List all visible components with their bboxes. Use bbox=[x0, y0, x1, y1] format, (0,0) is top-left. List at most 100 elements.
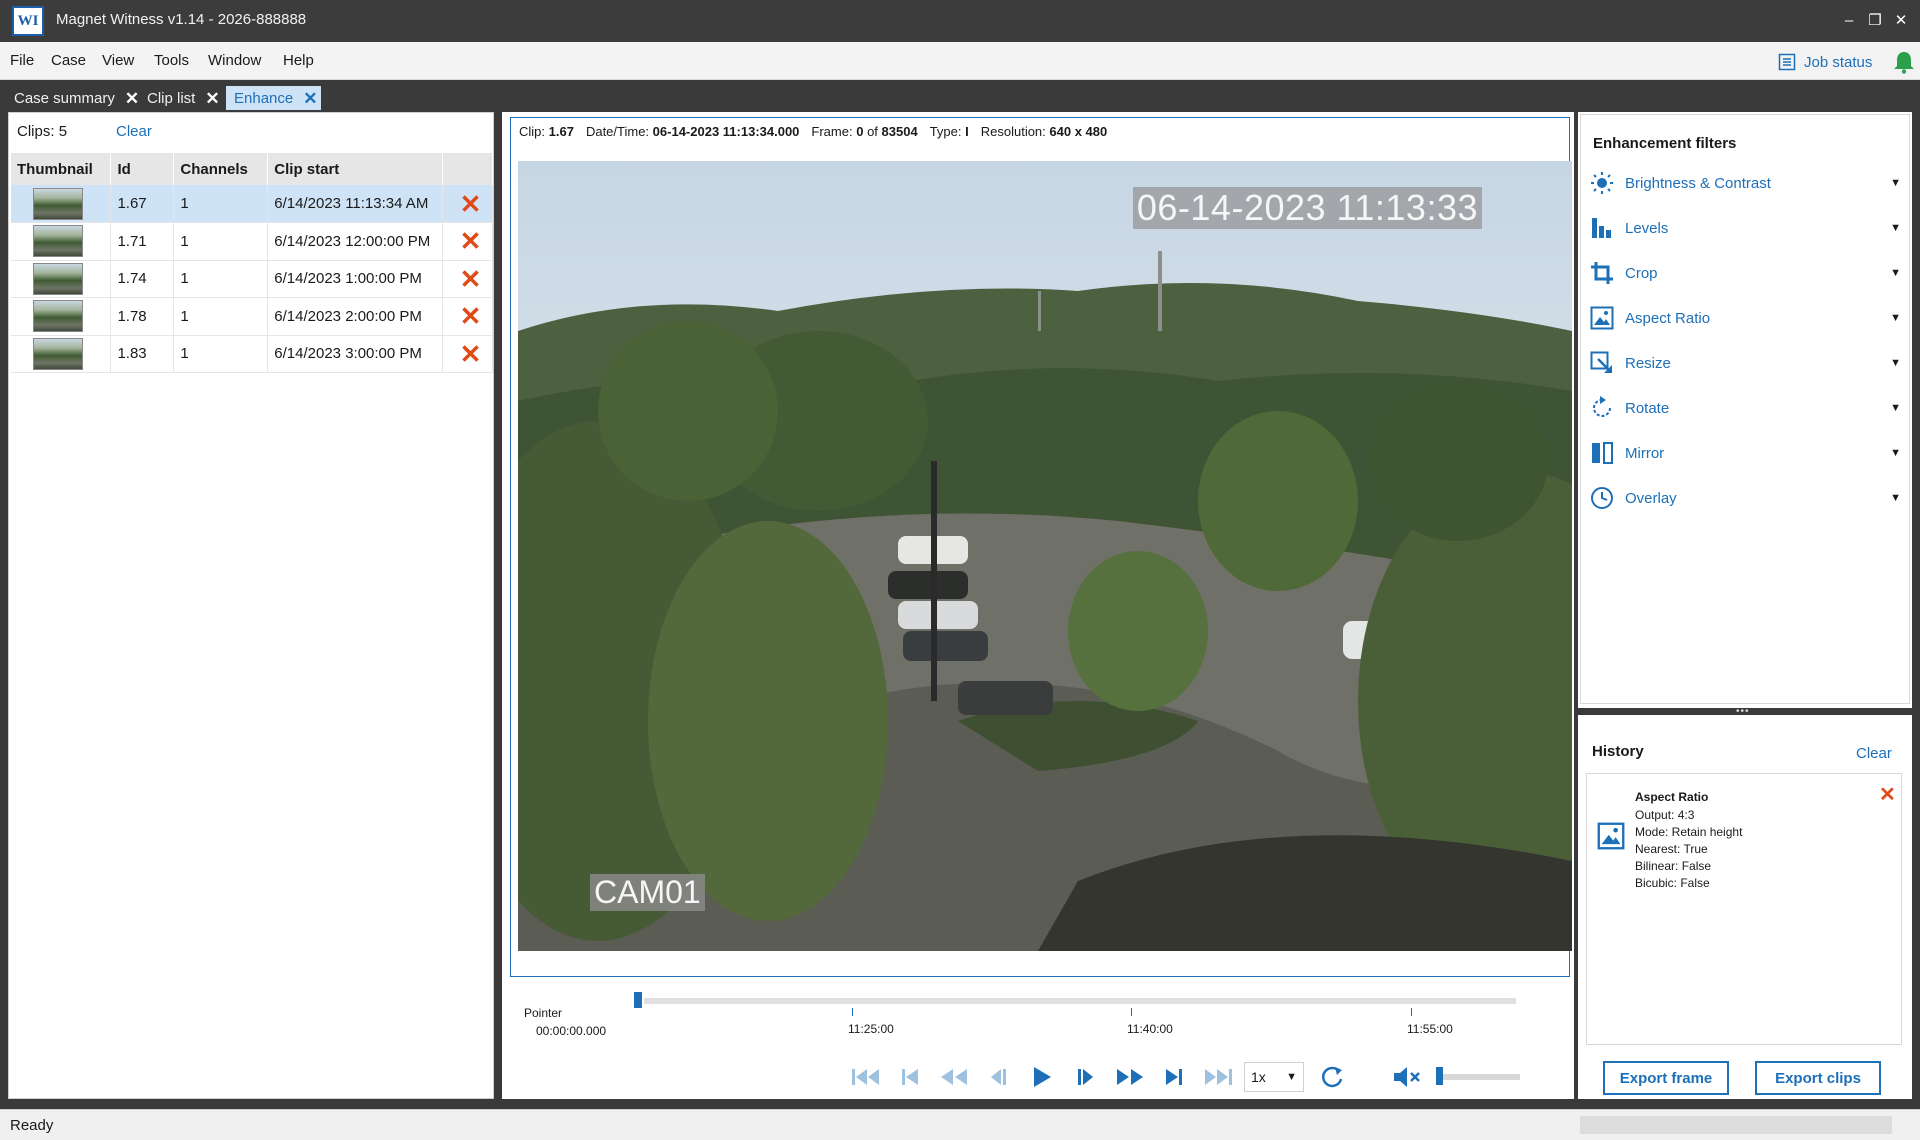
table-row[interactable]: 1.71 1 6/14/2023 12:00:00 PM ✕ bbox=[11, 222, 493, 261]
pointer-label: Pointer bbox=[524, 1006, 563, 1020]
volume-slider[interactable] bbox=[1436, 1067, 1520, 1085]
skip-to-end-button[interactable] bbox=[1196, 1060, 1240, 1094]
tab-label: Clip list bbox=[147, 89, 196, 107]
delete-icon[interactable]: ✕ bbox=[1879, 782, 1896, 807]
menu-case[interactable]: Case bbox=[51, 52, 86, 69]
camera-label-overlay: CAM01 bbox=[590, 874, 705, 911]
step-back-icon bbox=[991, 1069, 1006, 1085]
history-entry-detail: Mode: Retain height bbox=[1635, 825, 1743, 839]
loop-button[interactable] bbox=[1310, 1060, 1354, 1094]
delete-icon[interactable]: ✕ bbox=[449, 303, 492, 329]
frame-info-bar: Clip: 1.67 Date/Time: 06-14-2023 11:13:3… bbox=[519, 124, 1107, 146]
column-header[interactable]: Thumbnail bbox=[11, 153, 112, 185]
menu-help[interactable]: Help bbox=[283, 52, 314, 69]
tab-clip-list[interactable]: Clip list ✕ bbox=[139, 86, 224, 110]
clip-list-panel: Clips: 5 Clear Thumbnail Id Channels Cli… bbox=[8, 112, 494, 1099]
thumbnail-cell bbox=[11, 185, 112, 223]
filter-crop[interactable]: Crop ▼ bbox=[1583, 255, 1909, 291]
menu-bar: File Case View Tools Window Help Job sta… bbox=[0, 42, 1920, 80]
step-forward-button[interactable] bbox=[1064, 1060, 1108, 1094]
export-frame-button[interactable]: Export frame bbox=[1603, 1061, 1729, 1095]
table-row[interactable]: 1.78 1 6/14/2023 2:00:00 PM ✕ bbox=[11, 297, 493, 336]
timeline[interactable]: Pointer 00:00:00.000 11:25:00 11:40:00 1… bbox=[510, 980, 1574, 1070]
previous-clip-button[interactable] bbox=[888, 1060, 932, 1094]
tab-case-summary[interactable]: Case summary ✕ bbox=[6, 86, 143, 110]
filter-resize[interactable]: Resize ▼ bbox=[1583, 345, 1909, 381]
chevron-down-icon: ▼ bbox=[1890, 357, 1901, 369]
job-status-button[interactable]: Job status bbox=[1778, 51, 1872, 73]
timeline-handle[interactable] bbox=[634, 992, 642, 1008]
close-window-button[interactable]: ✕ bbox=[1888, 8, 1914, 34]
close-icon[interactable]: ✕ bbox=[205, 90, 219, 107]
skip-to-start-button[interactable] bbox=[844, 1060, 888, 1094]
panel-splitter[interactable] bbox=[494, 112, 502, 1099]
next-clip-button[interactable] bbox=[1152, 1060, 1196, 1094]
type-label: Type: bbox=[929, 124, 962, 139]
close-icon[interactable]: ✕ bbox=[303, 90, 317, 107]
delete-icon[interactable]: ✕ bbox=[449, 266, 492, 292]
menu-tools[interactable]: Tools bbox=[154, 52, 189, 69]
column-header[interactable]: Clip start bbox=[267, 153, 444, 185]
clip-start: 6/14/2023 3:00:00 PM bbox=[267, 335, 444, 373]
fast-forward-button[interactable] bbox=[1108, 1060, 1152, 1094]
timeline-track[interactable] bbox=[644, 998, 1516, 1004]
video-display[interactable]: 06-14-2023 11:13:33 CAM01 bbox=[518, 161, 1572, 951]
close-icon[interactable]: ✕ bbox=[125, 90, 139, 107]
speed-value: 1x bbox=[1251, 1069, 1266, 1085]
skip-start-icon bbox=[852, 1069, 879, 1085]
clip-thumbnail bbox=[33, 337, 83, 370]
rewind-button[interactable] bbox=[932, 1060, 976, 1094]
timeline-tick-label: 11:25:00 bbox=[848, 1022, 894, 1036]
clip-id: 1.71 bbox=[110, 222, 175, 261]
filter-label: Rotate bbox=[1625, 399, 1670, 417]
mute-button[interactable] bbox=[1386, 1060, 1430, 1094]
menu-window[interactable]: Window bbox=[208, 52, 261, 69]
clear-clips-link[interactable]: Clear bbox=[116, 123, 152, 140]
menu-view[interactable]: View bbox=[102, 52, 134, 69]
clear-history-link[interactable]: Clear bbox=[1856, 745, 1892, 762]
filter-label: Resize bbox=[1625, 354, 1671, 372]
clip-thumbnail bbox=[33, 225, 83, 258]
clip-table: Thumbnail Id Channels Clip start 1.67 1 … bbox=[11, 153, 493, 373]
tab-enhance[interactable]: Enhance ✕ bbox=[226, 86, 322, 110]
clip-id: 1.67 bbox=[110, 185, 175, 223]
column-header[interactable]: Channels bbox=[173, 153, 269, 185]
aspect-ratio-icon bbox=[1587, 303, 1617, 333]
table-row[interactable]: 1.67 1 6/14/2023 11:13:34 AM ✕ bbox=[11, 185, 493, 223]
filter-rotate[interactable]: Rotate ▼ bbox=[1583, 390, 1909, 426]
export-clips-button[interactable]: Export clips bbox=[1755, 1061, 1881, 1095]
step-back-button[interactable] bbox=[976, 1060, 1020, 1094]
minimize-button[interactable]: – bbox=[1836, 8, 1862, 34]
tab-label: Case summary bbox=[14, 89, 115, 107]
restore-button[interactable]: ❐ bbox=[1862, 8, 1888, 34]
chevron-down-icon: ▼ bbox=[1890, 492, 1901, 504]
filter-brightness-contrast[interactable]: Brightness & Contrast ▼ bbox=[1583, 165, 1909, 201]
table-row[interactable]: 1.74 1 6/14/2023 1:00:00 PM ✕ bbox=[11, 260, 493, 298]
history-entry[interactable]: Aspect Ratio Output: 4:3 Mode: Retain he… bbox=[1587, 774, 1901, 894]
table-row[interactable]: 1.83 1 6/14/2023 3:00:00 PM ✕ bbox=[11, 335, 493, 373]
column-header[interactable]: Id bbox=[110, 153, 175, 185]
datetime-value: 06-14-2023 11:13:34.000 bbox=[652, 124, 800, 139]
grip-icon[interactable]: ••• bbox=[1736, 707, 1750, 717]
history-entry-detail: Nearest: True bbox=[1635, 842, 1708, 856]
bell-icon[interactable] bbox=[1893, 50, 1915, 74]
filter-mirror[interactable]: Mirror ▼ bbox=[1583, 435, 1909, 471]
rewind-icon bbox=[941, 1069, 967, 1085]
filters-title: Enhancement filters bbox=[1593, 135, 1737, 152]
timeline-tick bbox=[852, 1008, 853, 1016]
delete-icon[interactable]: ✕ bbox=[449, 341, 492, 367]
speed-select[interactable]: 1x ▼ bbox=[1244, 1062, 1304, 1092]
clip-thumbnail bbox=[33, 300, 83, 333]
clip-id: 1.74 bbox=[110, 260, 175, 298]
timeline-tick-label: 11:40:00 bbox=[1127, 1022, 1173, 1036]
delete-icon[interactable]: ✕ bbox=[449, 228, 492, 254]
menu-file[interactable]: File bbox=[10, 52, 34, 69]
filter-levels[interactable]: Levels ▼ bbox=[1583, 210, 1909, 246]
filter-overlay[interactable]: Overlay ▼ bbox=[1583, 480, 1909, 516]
play-button[interactable] bbox=[1020, 1060, 1064, 1094]
filter-aspect-ratio[interactable]: Aspect Ratio ▼ bbox=[1583, 300, 1909, 336]
previous-icon bbox=[902, 1069, 918, 1085]
clip-channels: 1 bbox=[173, 260, 269, 298]
delete-icon[interactable]: ✕ bbox=[449, 191, 492, 217]
volume-handle[interactable] bbox=[1436, 1067, 1443, 1085]
